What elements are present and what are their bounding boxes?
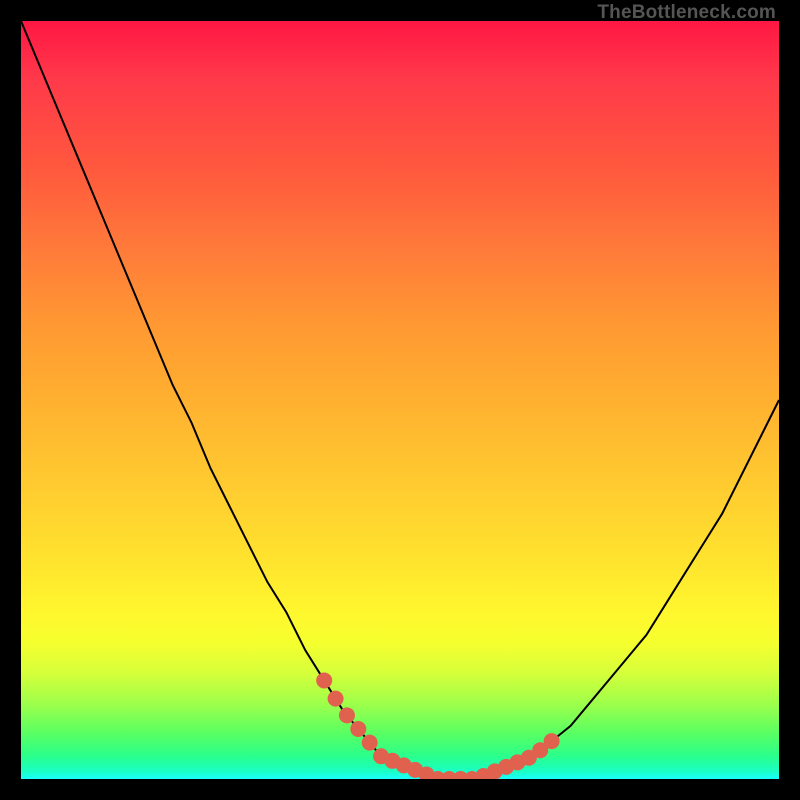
watermark-text: TheBottleneck.com <box>597 2 776 24</box>
plot-gradient-background <box>21 21 779 779</box>
chart-container: TheBottleneck.com <box>0 0 800 800</box>
